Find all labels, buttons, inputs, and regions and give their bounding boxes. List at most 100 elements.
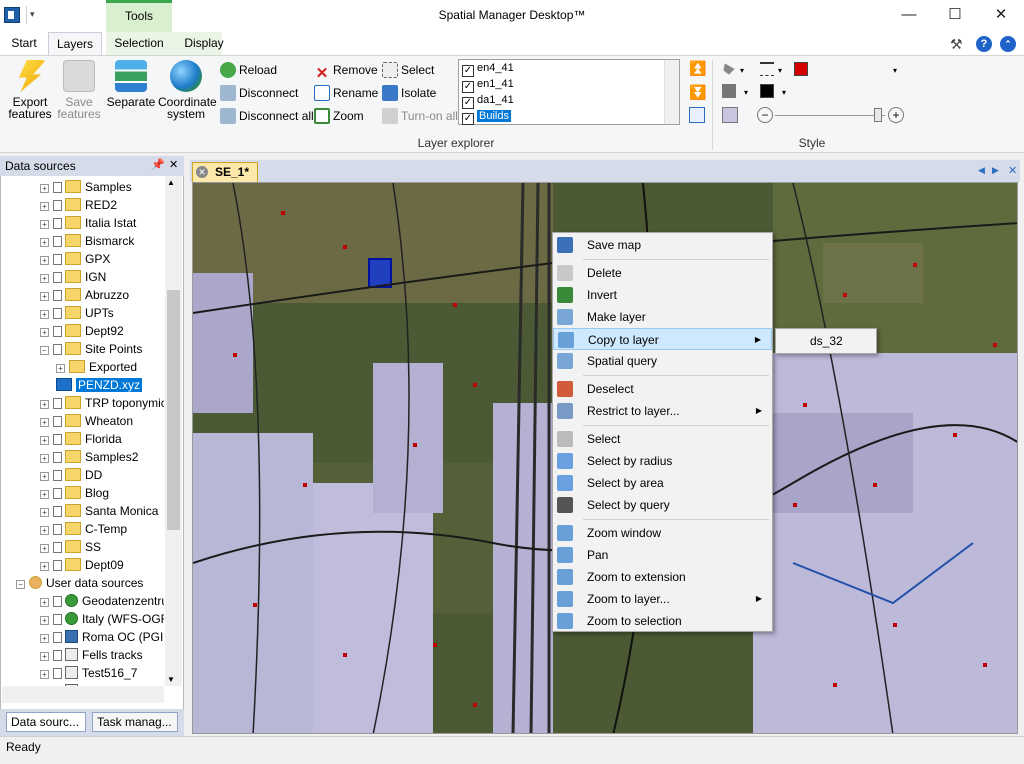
tree-item-site-points[interactable]: − Site Points — [40, 340, 142, 358]
tree-item-gpx[interactable]: + GPX — [40, 250, 110, 268]
layer-item-selected[interactable]: ✓ Builds — [462, 108, 511, 125]
line-width-icon[interactable] — [722, 84, 736, 98]
maximize-button[interactable]: ☐ — [932, 0, 978, 30]
tree-item-florida[interactable]: + Florida — [40, 430, 122, 448]
layer-list-scrollbar[interactable] — [664, 60, 679, 124]
expand-icon[interactable]: + — [40, 670, 49, 679]
menu-item-deselect[interactable]: Deselect — [553, 378, 772, 400]
disconnect-all-button[interactable]: Disconnect all — [220, 106, 314, 126]
menu-item-select[interactable]: Select — [553, 428, 772, 450]
rename-button[interactable]: Rename — [314, 83, 378, 103]
expand-icon[interactable]: + — [40, 310, 49, 319]
tab-scroll-left-icon[interactable]: ◀ — [978, 165, 985, 176]
layer-item[interactable]: ✓ da1_41 — [462, 92, 514, 109]
expand-icon[interactable]: + — [40, 598, 49, 607]
expand-icon[interactable]: + — [40, 526, 49, 535]
tab-scroll-right-icon[interactable]: ▶ — [992, 165, 999, 176]
transparency-slider-track[interactable] — [775, 115, 885, 116]
expand-icon[interactable]: + — [40, 238, 49, 247]
separate-button[interactable]: Separate — [106, 58, 156, 120]
menu-item-select-by-radius[interactable]: Select by radius — [553, 450, 772, 472]
export-features-button[interactable]: Export features — [6, 58, 54, 120]
isolate-button[interactable]: Isolate — [382, 83, 436, 103]
menu-item-spatial-query[interactable]: Spatial query — [553, 350, 772, 372]
menu-item-make-layer[interactable]: Make layer — [553, 306, 772, 328]
move-layer-top-icon[interactable]: ⏫ — [689, 60, 706, 76]
menu-item-invert[interactable]: Invert — [553, 284, 772, 306]
help-icon[interactable]: ? — [976, 36, 992, 52]
tab-selection[interactable]: Selection — [110, 32, 168, 56]
expand-icon[interactable]: + — [40, 220, 49, 229]
menu-item-restrict-to-layer[interactable]: Restrict to layer... ▶ — [553, 400, 772, 422]
expand-icon[interactable]: + — [40, 400, 49, 409]
doc-close-icon[interactable]: ✕ — [1008, 164, 1017, 177]
expand-icon[interactable]: + — [40, 562, 49, 571]
tree-item-samples[interactable]: + Samples — [40, 178, 132, 196]
turn-on-all-button[interactable]: Turn-on all — [382, 106, 458, 126]
remove-button[interactable]: ✕ Remove — [314, 60, 378, 82]
tree-item-trp-toponymic[interactable]: + TRP toponymic — [40, 394, 164, 412]
tree-item-italy-wfs-ogr[interactable]: + Italy (WFS-OGR) — [40, 610, 164, 628]
zoom-button[interactable]: Zoom — [314, 106, 364, 126]
menu-item-zoom-window[interactable]: Zoom window — [553, 522, 772, 544]
menu-item-zoom-to-layer[interactable]: Zoom to layer... ▶ — [553, 588, 772, 610]
tab-layers[interactable]: Layers — [48, 32, 102, 56]
layer-checkbox[interactable]: ✓ — [462, 113, 474, 125]
fill-color-swatch[interactable] — [794, 62, 808, 76]
layer-properties-icon[interactable] — [689, 107, 705, 123]
expand-icon[interactable]: + — [40, 508, 49, 517]
expand-icon[interactable]: + — [40, 616, 49, 625]
menu-item-zoom-to-selection[interactable]: Zoom to selection — [553, 610, 772, 632]
expand-icon[interactable]: − — [40, 346, 49, 355]
menu-item-copy-to-layer[interactable]: Copy to layer ▶ — [553, 328, 772, 350]
line-color-swatch[interactable] — [760, 84, 774, 98]
menu-item-save-map[interactable]: Save map — [553, 234, 772, 256]
menu-item-zoom-to-extension[interactable]: Zoom to extension — [553, 566, 772, 588]
task-manager-tab[interactable]: Task manag... — [92, 712, 178, 732]
quick-access-dropdown-icon[interactable]: ▾ — [30, 9, 35, 20]
zoom-out-icon[interactable]: − — [757, 107, 773, 123]
menu-item-delete[interactable]: Delete — [553, 262, 772, 284]
submenu-item-ds-32[interactable]: ds_32 — [810, 334, 843, 348]
tree-horizontal-scrollbar[interactable] — [2, 686, 164, 703]
tree-item-dept92[interactable]: + Dept92 — [40, 322, 124, 340]
expand-icon[interactable]: + — [40, 202, 49, 211]
disconnect-button[interactable]: Disconnect — [220, 83, 298, 103]
expand-icon[interactable]: + — [40, 418, 49, 427]
tree-item-red2[interactable]: + RED2 — [40, 196, 117, 214]
line-color-dropdown-icon[interactable]: ▾ — [782, 88, 786, 97]
tree-item-dept09[interactable]: + Dept09 — [40, 556, 124, 574]
expand-icon[interactable]: − — [16, 580, 25, 589]
scroll-down-icon[interactable]: ▼ — [167, 675, 175, 684]
tree-item-exported[interactable]: + Exported — [56, 358, 137, 376]
transparency-swatch[interactable] — [722, 107, 738, 123]
layer-item[interactable]: ✓ en4_41 — [462, 60, 514, 77]
tree-item-italia-istat[interactable]: + Italia Istat — [40, 214, 136, 232]
expand-icon[interactable]: + — [40, 184, 49, 193]
tab-display[interactable]: Display — [178, 32, 230, 56]
style-options-dropdown-icon[interactable]: ▾ — [893, 66, 897, 75]
tree-item-c-temp[interactable]: + C-Temp — [40, 520, 127, 538]
tree-item-abruzzo[interactable]: + Abruzzo — [40, 286, 129, 304]
tree-item-test516-7[interactable]: + Test516_7 — [40, 664, 137, 682]
coordinate-system-button[interactable]: Coordinate system — [158, 58, 217, 120]
expand-icon[interactable]: + — [40, 436, 49, 445]
expand-icon[interactable]: + — [40, 544, 49, 553]
tree-item-samples2[interactable]: + Samples2 — [40, 448, 138, 466]
layer-item[interactable]: ✓ en1_41 — [462, 76, 514, 93]
expand-icon[interactable]: + — [56, 364, 65, 373]
tree-item-dd[interactable]: + DD — [40, 466, 102, 484]
tree-item-penzd-xyz[interactable]: PENZD.xyz — [56, 376, 143, 394]
tab-start[interactable]: Start — [4, 32, 44, 56]
scroll-up-icon[interactable]: ▲ — [167, 178, 175, 187]
transparency-slider-thumb[interactable] — [874, 108, 882, 122]
tree-item-geodatenzentrum[interactable]: + Geodatenzentrum — [40, 592, 164, 610]
expand-icon[interactable]: + — [40, 454, 49, 463]
close-tab-icon[interactable]: ✕ — [196, 166, 208, 178]
fill-dropdown-icon[interactable]: ▾ — [740, 66, 744, 75]
menu-item-select-by-query[interactable]: Select by query — [553, 494, 772, 516]
minimize-button[interactable]: — — [886, 0, 932, 30]
expand-icon[interactable]: + — [40, 292, 49, 301]
tree-item-user-data-sources[interactable]: − User data sources — [16, 574, 143, 592]
expand-icon[interactable]: + — [40, 256, 49, 265]
